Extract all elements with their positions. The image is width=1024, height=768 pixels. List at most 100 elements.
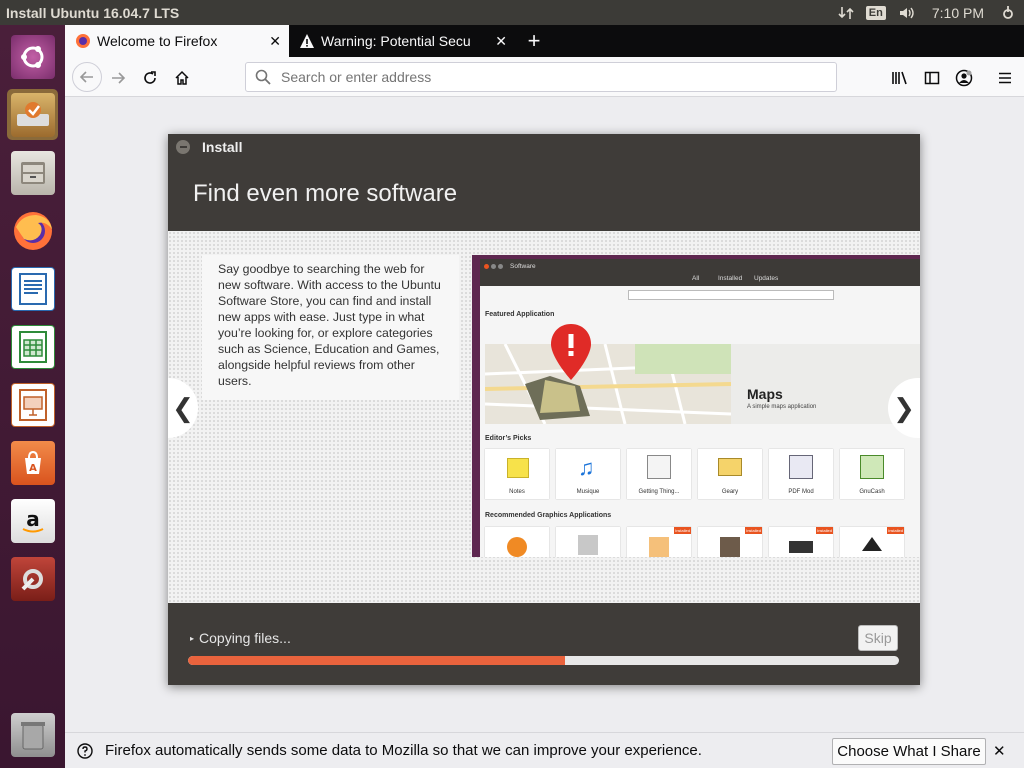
app-tile-graphics-3: Installed	[627, 527, 691, 557]
window-close-icon[interactable]	[176, 140, 190, 154]
installed-badge: Installed	[887, 527, 904, 534]
volume-icon[interactable]	[898, 5, 916, 21]
expand-triangle-icon[interactable]: ▸	[190, 634, 194, 643]
graphics-icon	[578, 535, 598, 555]
software-tab-installed: Installed	[718, 275, 743, 282]
network-icon[interactable]	[838, 5, 854, 21]
hamburger-menu-icon	[999, 72, 1011, 84]
settings-gear-icon[interactable]	[1000, 5, 1016, 21]
featured-app-name: Maps	[747, 386, 783, 402]
map-pin-icon	[548, 322, 594, 393]
app-tile-scanner: Installed	[769, 527, 833, 557]
app-tile-musique: ♫ Musique	[556, 449, 620, 499]
inkscape-icon	[862, 537, 882, 551]
slide-description: Say goodbye to searching the web for new…	[202, 255, 459, 400]
notes-icon	[507, 458, 529, 478]
installer-window: Install Find even more software Say good…	[168, 134, 920, 685]
app-tile-blender	[485, 527, 549, 557]
svg-text:A: A	[29, 463, 37, 474]
libreoffice-calc-icon[interactable]	[7, 321, 58, 372]
keyboard-layout-indicator[interactable]: En	[865, 5, 886, 20]
software-screenshot: Software All Installed Updates Featured …	[472, 255, 920, 557]
ubuntu-software-icon[interactable]: A	[7, 437, 58, 488]
app-tile-pdf-mod: PDF Mod	[769, 449, 833, 499]
app-tile-graphics-2	[556, 527, 620, 557]
install-status[interactable]: ▸ Copying files...	[190, 630, 291, 646]
featured-label: Featured Application	[485, 311, 555, 318]
help-question-icon	[77, 742, 93, 759]
ubuntu-dash-icon[interactable]	[7, 31, 58, 82]
search-icon	[255, 69, 271, 85]
choose-what-i-share-button[interactable]: Choose What I Share	[832, 738, 986, 765]
system-settings-icon[interactable]	[7, 553, 58, 604]
software-window-preview: Software All Installed Updates Featured …	[480, 259, 920, 557]
recommended-label: Recommended Graphics Applications	[485, 512, 612, 519]
close-notification-icon[interactable]: ✕	[993, 742, 1006, 760]
home-icon	[175, 70, 189, 85]
editors-picks-label: Editor’s Picks	[485, 435, 532, 442]
reload-icon	[144, 71, 156, 84]
software-window-title: Software	[510, 263, 536, 270]
firefox-icon[interactable]	[7, 205, 58, 256]
tab-label: Warning: Potential Secu	[321, 33, 471, 49]
close-tab-icon[interactable]: ✕	[269, 33, 281, 50]
warning-icon	[299, 33, 315, 49]
tab-warning[interactable]: Warning: Potential Secu ✕	[289, 25, 515, 57]
sidebar-icon	[924, 71, 940, 85]
installed-badge: Installed	[674, 527, 691, 534]
home-button[interactable]	[169, 65, 195, 91]
blender-icon	[507, 537, 527, 557]
graphics-icon	[649, 537, 669, 557]
files-icon[interactable]	[7, 147, 58, 198]
reload-button[interactable]	[137, 65, 163, 91]
checklist-icon	[647, 455, 671, 479]
skip-button[interactable]: Skip	[858, 625, 898, 651]
forward-arrow-icon	[112, 72, 126, 84]
featured-app-desc: A simple maps application	[747, 404, 817, 410]
search-input[interactable]	[279, 68, 819, 86]
account-button[interactable]	[951, 65, 977, 91]
account-icon	[955, 69, 973, 87]
software-search-box	[628, 290, 834, 300]
notification-message: Firefox automatically sends some data to…	[105, 742, 702, 759]
prev-slide-button[interactable]: ❮	[168, 378, 198, 438]
tab-label: Welcome to Firefox	[97, 33, 218, 49]
installer-heading: Find even more software	[193, 180, 458, 207]
new-tab-button[interactable]: +	[517, 25, 551, 57]
status-label: Copying files...	[199, 630, 291, 646]
app-tile-geary: Geary	[698, 449, 762, 499]
software-tab-updates: Updates	[754, 275, 779, 282]
firefox-window: Welcome to Firefox ✕ Warning: Potential …	[65, 25, 1024, 768]
maps-banner-image	[485, 344, 731, 424]
app-tile-inkscape: Installed	[840, 527, 904, 557]
libreoffice-writer-icon[interactable]	[7, 263, 58, 314]
app-tile-gnucash: GnuCash	[840, 449, 904, 499]
forward-button[interactable]	[105, 65, 131, 91]
back-arrow-icon	[79, 71, 93, 83]
libreoffice-impress-icon[interactable]	[7, 379, 58, 430]
address-bar[interactable]	[245, 62, 837, 92]
tab-welcome[interactable]: Welcome to Firefox ✕	[65, 25, 289, 57]
installed-badge: Installed	[816, 527, 833, 534]
clock[interactable]: 7:10 PM	[932, 5, 984, 21]
amazon-icon[interactable]: a	[7, 495, 58, 546]
svg-text:a: a	[26, 507, 40, 531]
navigation-bar	[65, 57, 1024, 97]
data-notification-bar: Firefox automatically sends some data to…	[65, 732, 1024, 768]
slideshow: Say goodbye to searching the web for new…	[168, 231, 920, 603]
tab-bar: Welcome to Firefox ✕ Warning: Potential …	[65, 25, 1024, 57]
trash-icon[interactable]	[7, 709, 58, 760]
install-progress-bar	[188, 656, 899, 665]
library-button[interactable]	[887, 65, 913, 91]
back-button[interactable]	[72, 62, 102, 92]
close-tab-icon[interactable]: ✕	[495, 33, 507, 50]
menu-button[interactable]	[992, 65, 1018, 91]
sidebar-button[interactable]	[919, 65, 945, 91]
app-tile-notes: Notes	[485, 449, 549, 499]
gimp-icon	[720, 537, 740, 557]
installer-icon[interactable]	[7, 89, 58, 140]
scanner-icon	[789, 541, 813, 553]
software-tab-all: All	[692, 275, 700, 282]
top-panel: Install Ubuntu 16.04.7 LTS En 7:10 PM	[0, 0, 1024, 25]
software-header: Software All Installed Updates	[480, 259, 920, 286]
